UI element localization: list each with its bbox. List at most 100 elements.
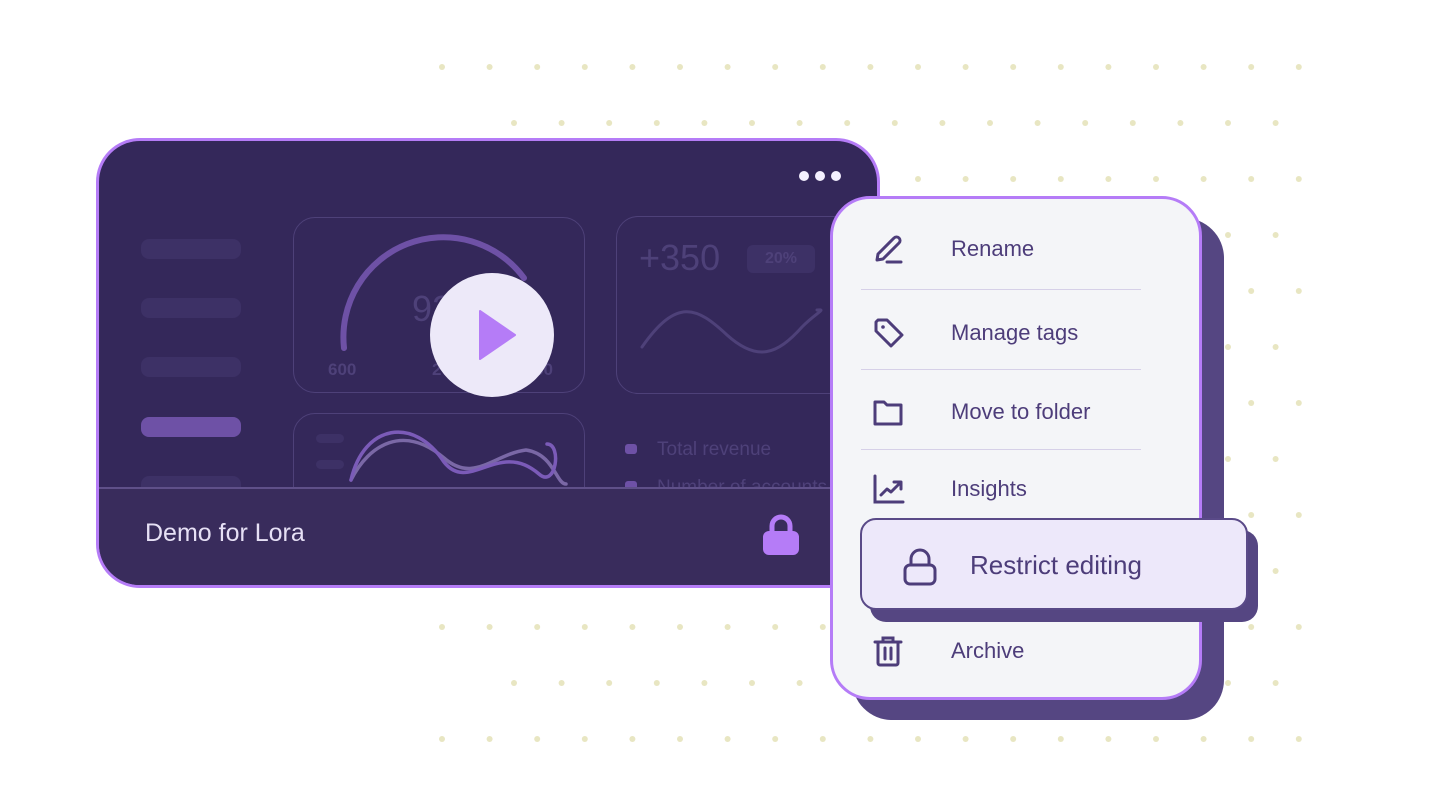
more-options-button[interactable] — [799, 171, 841, 181]
background-dot — [1295, 400, 1302, 406]
background-dot — [581, 64, 588, 70]
background-dot — [1057, 176, 1064, 182]
background-dot — [1200, 64, 1207, 70]
background-dot — [1129, 120, 1136, 126]
menu-item-label: Move to folder — [951, 399, 1091, 424]
menu-item-label: Insights — [951, 476, 1027, 501]
background-dot — [1225, 680, 1231, 686]
background-dot — [724, 624, 731, 630]
card-title: Demo for Lora — [145, 519, 305, 547]
background-dot — [511, 120, 517, 126]
background-dot — [1057, 64, 1064, 70]
background-dot — [1105, 736, 1112, 742]
dot — [831, 171, 841, 181]
background-dot — [939, 120, 946, 126]
background-dot — [1295, 64, 1302, 70]
background-dot — [1057, 736, 1064, 742]
legend-label: Total revenue — [657, 439, 772, 460]
background-dot — [867, 64, 874, 70]
card-footer: Demo for Lora — [99, 487, 877, 585]
background-dot — [1225, 120, 1231, 126]
background-dot — [677, 624, 683, 630]
video-card[interactable]: 92 600 2 50 +350 20% Total revenue Numbe… — [96, 138, 880, 588]
menu-item-manage-tags[interactable]: Manage tags — [861, 305, 1161, 361]
background-dot — [677, 64, 683, 70]
tag-icon — [874, 318, 904, 348]
background-dot — [486, 624, 493, 630]
dot — [815, 171, 825, 181]
play-button[interactable] — [430, 273, 554, 397]
background-dot — [844, 120, 851, 126]
menu-item-move-to-folder[interactable]: Move to folder — [861, 384, 1161, 440]
background-dot — [772, 736, 779, 742]
series-line-1 — [349, 430, 558, 482]
background-dot — [1082, 120, 1089, 126]
menu-item-label: Rename — [951, 236, 1035, 261]
background-dot — [749, 680, 755, 686]
background-dot — [1272, 568, 1279, 574]
background-dot — [867, 736, 874, 742]
background-dot — [534, 736, 541, 742]
menu-item-label: Manage tags — [951, 320, 1079, 345]
gauge-min-label: 600 — [328, 360, 357, 379]
menu-item-rename[interactable]: Rename — [861, 221, 1161, 277]
background-dot — [439, 64, 445, 70]
background-dot — [511, 680, 517, 686]
background-dot — [724, 736, 731, 742]
background-dot — [1177, 120, 1184, 126]
folder-icon — [873, 400, 903, 426]
background-dot — [486, 64, 493, 70]
menu-divider — [861, 289, 1141, 290]
stat-panel: +350 20% — [616, 216, 856, 394]
menu-item-archive[interactable]: Archive — [861, 623, 1161, 679]
background-dot — [819, 64, 826, 70]
background-dot — [1010, 736, 1017, 742]
lock-icon — [903, 548, 937, 586]
context-menu: Rename Manage tags Move to folder Insigh… — [830, 196, 1202, 700]
background-dot — [486, 736, 493, 742]
background-dot — [581, 736, 588, 742]
trending-chart-icon — [873, 474, 905, 504]
background-dot — [1248, 176, 1255, 182]
background-dot — [629, 624, 636, 630]
background-dot — [629, 64, 636, 70]
sidebar-placeholder — [141, 357, 241, 377]
background-dot — [1295, 624, 1302, 630]
background-dot — [534, 64, 541, 70]
background-dot — [581, 624, 588, 630]
background-dot — [1248, 400, 1255, 406]
background-dot — [962, 736, 969, 742]
background-dot — [558, 120, 565, 126]
sidebar-placeholder — [141, 298, 241, 318]
background-dot — [1010, 176, 1017, 182]
background-dot — [1105, 64, 1112, 70]
background-dot — [629, 736, 636, 742]
sidebar-placeholder-active — [141, 417, 241, 437]
menu-item-label: Restrict editing — [970, 550, 1142, 580]
background-dot — [915, 64, 921, 70]
background-dot — [749, 120, 755, 126]
background-dot — [1153, 736, 1159, 742]
background-dot — [1034, 120, 1041, 126]
background-dot — [796, 680, 803, 686]
background-dot — [1153, 176, 1159, 182]
background-dot — [1225, 456, 1231, 462]
background-dot — [1272, 680, 1279, 686]
background-dot — [915, 176, 921, 182]
background-dot — [677, 736, 683, 742]
background-dot — [606, 680, 613, 686]
menu-item-restrict-editing[interactable]: Restrict editing — [860, 518, 1248, 610]
background-dot — [1295, 512, 1302, 518]
background-dot — [1248, 624, 1255, 630]
background-dot — [1295, 736, 1302, 742]
background-dot — [724, 64, 731, 70]
lock-filled-icon[interactable] — [761, 513, 801, 557]
background-dot — [1105, 176, 1112, 182]
background-dot — [1153, 64, 1159, 70]
background-dot — [653, 680, 660, 686]
menu-divider — [861, 449, 1141, 450]
menu-item-insights[interactable]: Insights — [861, 461, 1161, 517]
stat-sparkline — [640, 308, 823, 354]
background-dot — [1272, 120, 1279, 126]
sidebar-placeholder — [141, 239, 241, 259]
